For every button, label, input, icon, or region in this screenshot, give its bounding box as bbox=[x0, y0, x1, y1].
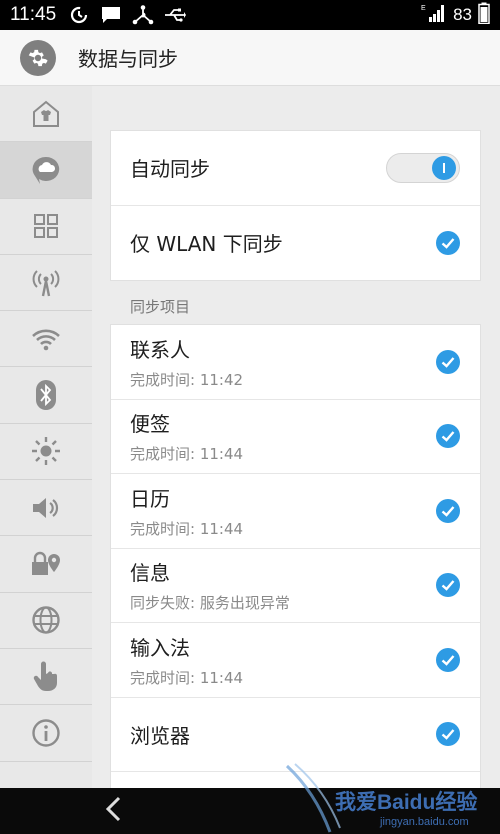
wlan-only-row[interactable]: 仅 WLAN 下同步 bbox=[111, 206, 480, 281]
message-icon bbox=[100, 4, 122, 26]
sidebar-item-bluetooth[interactable] bbox=[0, 367, 92, 424]
sidebar-item-hotspot[interactable] bbox=[0, 255, 92, 312]
checkmark-icon bbox=[441, 654, 455, 666]
globe-icon bbox=[32, 606, 60, 635]
sync-item-label: 输入法 bbox=[130, 635, 190, 660]
wifi-icon bbox=[32, 329, 60, 351]
wlan-only-label: 仅 WLAN 下同步 bbox=[130, 232, 283, 257]
status-time: 11:45 bbox=[10, 4, 57, 25]
sidebar-item-theme[interactable] bbox=[0, 86, 92, 143]
sync-item-label: 便签 bbox=[130, 412, 170, 437]
apps-grid-icon bbox=[34, 214, 58, 239]
settings-content: 自动同步 仅 WLAN 下同步 同步项目 联系人 完成时间: 11:42 便签 … bbox=[92, 86, 500, 788]
auto-sync-label: 自动同步 bbox=[130, 157, 210, 182]
sidebar-item-privacy[interactable] bbox=[0, 536, 92, 593]
sync-item-messages[interactable]: 信息 同步失败: 服务出现异常 bbox=[111, 549, 480, 623]
sync-item-checkbox[interactable] bbox=[436, 573, 460, 598]
sidebar-item-data-sync[interactable] bbox=[0, 142, 92, 199]
wlan-only-checkbox[interactable] bbox=[436, 230, 460, 255]
volume-icon bbox=[33, 497, 59, 518]
info-icon bbox=[32, 719, 60, 747]
battery-level: 83 bbox=[453, 5, 472, 24]
sidebar-item-language[interactable] bbox=[0, 593, 92, 649]
usb-share-icon bbox=[132, 4, 154, 26]
back-chevron-icon[interactable] bbox=[104, 796, 124, 826]
sync-item-status: 完成时间: 11:44 bbox=[130, 445, 244, 464]
checkmark-icon bbox=[441, 356, 455, 368]
bluetooth-icon bbox=[36, 380, 56, 411]
sidebar-item-gestures[interactable] bbox=[0, 649, 92, 706]
sync-item-label: 联系人 bbox=[130, 337, 190, 362]
sync-item-status: 同步失败: 服务出现异常 bbox=[130, 594, 290, 613]
battery-icon bbox=[478, 2, 490, 28]
usb-icon bbox=[164, 4, 187, 26]
sync-items-header: 同步项目 bbox=[130, 298, 191, 316]
sync-item-checkbox[interactable] bbox=[436, 424, 460, 449]
checkmark-icon bbox=[441, 431, 455, 442]
sync-settings-card: 自动同步 仅 WLAN 下同步 bbox=[110, 130, 481, 281]
checkmark-icon bbox=[441, 237, 455, 249]
app-bar: 数据与同步 bbox=[0, 30, 500, 86]
sidebar-item-wifi[interactable] bbox=[0, 311, 92, 368]
cloud-sync-icon bbox=[32, 156, 60, 184]
checkmark-icon bbox=[441, 729, 455, 740]
sync-item-status: 完成时间: 11:44 bbox=[130, 668, 244, 687]
settings-sidebar bbox=[0, 86, 92, 788]
sync-item-checkbox[interactable] bbox=[436, 498, 460, 523]
checkmark-icon bbox=[441, 580, 455, 591]
navigation-bar bbox=[0, 788, 500, 834]
sync-item-browser[interactable]: 浏览器 bbox=[111, 698, 480, 772]
sync-item-checkbox[interactable] bbox=[436, 349, 460, 374]
sync-item-notes[interactable]: 便签 完成时间: 11:44 bbox=[111, 400, 480, 474]
sidebar-item-sound[interactable] bbox=[0, 480, 92, 537]
gesture-hand-icon bbox=[33, 661, 58, 691]
privacy-location-icon bbox=[32, 551, 60, 576]
sync-item-label: 浏览器 bbox=[130, 723, 190, 748]
sync-item-status: 完成时间: 11:42 bbox=[130, 370, 244, 389]
sync-item-more[interactable] bbox=[111, 772, 480, 788]
page-title: 数据与同步 bbox=[78, 47, 178, 71]
sync-item-checkbox[interactable] bbox=[436, 722, 460, 747]
sidebar-item-about[interactable] bbox=[0, 705, 92, 762]
signal-icon: E bbox=[421, 3, 447, 27]
svg-text:E: E bbox=[421, 5, 426, 12]
sync-item-checkbox[interactable] bbox=[436, 647, 460, 672]
sync-item-label: 日历 bbox=[130, 486, 170, 511]
sync-item-status: 完成时间: 11:44 bbox=[130, 519, 244, 538]
toggle-knob bbox=[432, 155, 456, 180]
sync-item-input-method[interactable]: 输入法 完成时间: 11:44 bbox=[111, 623, 480, 698]
sync-item-contacts[interactable]: 联系人 完成时间: 11:42 bbox=[111, 325, 480, 400]
brightness-icon bbox=[32, 437, 60, 466]
auto-sync-toggle[interactable] bbox=[386, 152, 460, 183]
checkmark-icon bbox=[441, 505, 455, 517]
sync-item-label: 信息 bbox=[130, 561, 170, 586]
gear-icon[interactable] bbox=[20, 39, 56, 76]
sync-icon bbox=[68, 4, 90, 26]
theme-shirt-icon bbox=[33, 100, 59, 127]
auto-sync-row[interactable]: 自动同步 bbox=[111, 131, 480, 206]
sidebar-item-apps[interactable] bbox=[0, 199, 92, 255]
sync-item-calendar[interactable]: 日历 完成时间: 11:44 bbox=[111, 474, 480, 549]
sync-items-card: 联系人 完成时间: 11:42 便签 完成时间: 11:44 日历 完成时间: … bbox=[110, 324, 481, 788]
hotspot-icon bbox=[32, 269, 60, 296]
sidebar-item-display[interactable] bbox=[0, 424, 92, 481]
status-bar: 11:45 E 83 bbox=[0, 0, 500, 30]
